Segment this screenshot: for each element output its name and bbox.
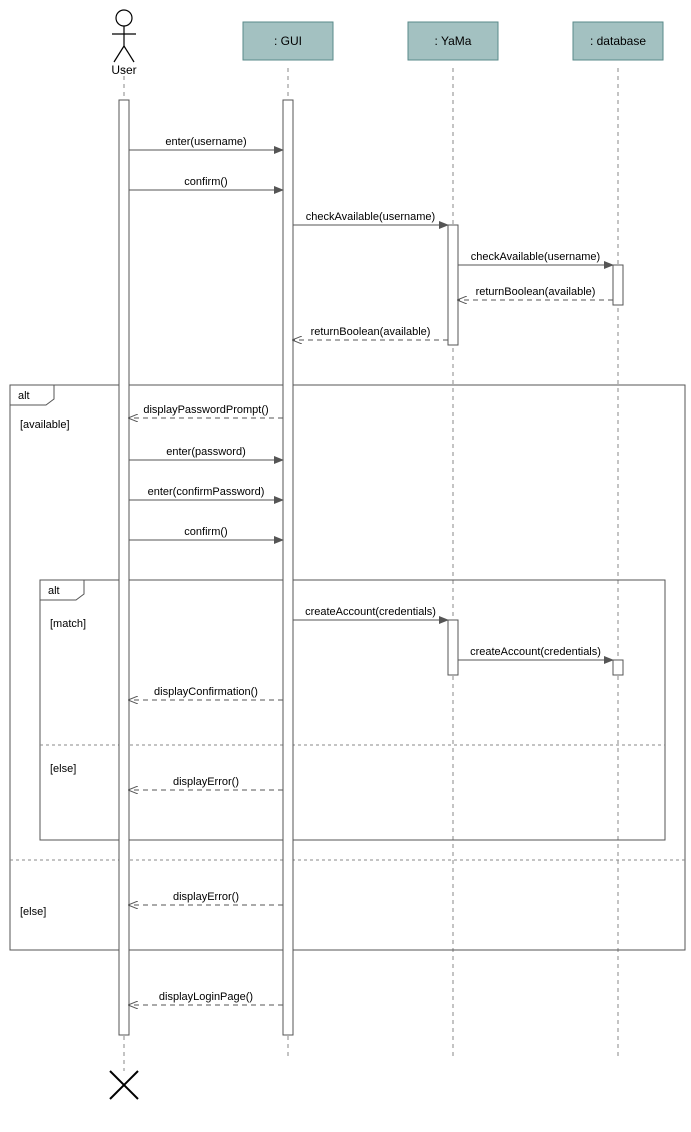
- fragment-label: alt: [18, 390, 30, 402]
- message-label: displayLoginPage(): [159, 991, 253, 1003]
- message-label: checkAvailable(username): [306, 211, 435, 223]
- activation-YaMa: [448, 225, 458, 345]
- actor-label: User: [111, 63, 136, 77]
- message-label: displayError(): [173, 776, 239, 788]
- fragment-label-tab: [40, 580, 84, 600]
- fragment-condition: [else]: [50, 763, 76, 775]
- participant-label: : database: [590, 34, 646, 48]
- participant-label: : GUI: [274, 34, 302, 48]
- message-label: confirm(): [184, 526, 227, 538]
- activation-database: [613, 660, 623, 675]
- activation-GUI: [283, 100, 293, 1035]
- message-label: enter(username): [165, 136, 246, 148]
- message-label: displayConfirmation(): [154, 686, 258, 698]
- fragment-label-tab: [10, 385, 54, 405]
- fragment-frame: [10, 385, 685, 950]
- fragment-frame: [40, 580, 665, 840]
- message-label: createAccount(credentials): [305, 606, 436, 618]
- message-label: createAccount(credentials): [470, 646, 601, 658]
- message-label: returnBoolean(available): [311, 326, 431, 338]
- actor-head-icon: [116, 10, 132, 26]
- message-label: checkAvailable(username): [471, 251, 600, 263]
- fragment-condition: [else]: [20, 906, 46, 918]
- message-label: enter(password): [166, 446, 245, 458]
- fragment-condition: [match]: [50, 618, 86, 630]
- message-label: returnBoolean(available): [476, 286, 596, 298]
- message-label: displayPasswordPrompt(): [143, 404, 268, 416]
- fragment-condition: [available]: [20, 419, 70, 431]
- activation-YaMa: [448, 620, 458, 675]
- participant-label: : YaMa: [435, 34, 472, 48]
- message-label: displayError(): [173, 891, 239, 903]
- message-label: confirm(): [184, 176, 227, 188]
- actor-leg-icon: [124, 46, 134, 62]
- sequence-diagram: alt [available] [else] alt [match] [else] Use…: [0, 0, 691, 1132]
- activation-User: [119, 100, 129, 1035]
- fragment-label: alt: [48, 585, 60, 597]
- actor-leg-icon: [114, 46, 124, 62]
- activation-database: [613, 265, 623, 305]
- message-label: enter(confirmPassword): [148, 486, 265, 498]
